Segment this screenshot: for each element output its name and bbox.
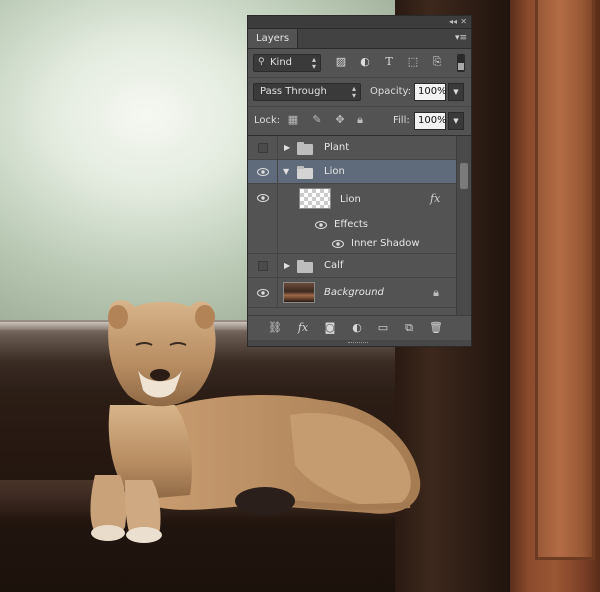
door-panel [535,0,595,560]
layers-panel: ◂◂ ✕ Layers ▾≡ ⚲ Kind ▴ ▾ ▨ ◐ T ⬚ ⎘ Pass … [247,15,472,347]
eye-icon[interactable] [315,221,327,229]
trash-icon[interactable]: 🗑︎ [429,321,443,335]
layer-row-calf[interactable]: ▶ Calf [248,254,458,278]
eye-icon[interactable] [257,194,269,202]
lock-transparent-pixels-icon[interactable]: ▦ [287,114,299,126]
layer-name[interactable]: Plant [324,142,349,153]
lock-label: Lock: [254,115,281,126]
layer-name[interactable]: Background [324,287,384,298]
visibility-off-box[interactable] [258,261,268,271]
visibility-cell[interactable] [248,160,278,183]
layers-scrollbar[interactable] [456,136,471,316]
expand-triangle-icon[interactable]: ▶ [284,261,290,270]
adjustment-filter-icon[interactable]: ◐ [358,55,372,69]
visibility-cell[interactable] [248,254,278,277]
background-thumbnail[interactable] [283,282,315,303]
lock-position-icon[interactable]: ✥ [334,114,346,126]
filter-kind-label: Kind [270,57,293,68]
panel-tab-row: Layers ▾≡ [248,29,471,49]
eye-icon[interactable] [257,168,269,176]
smart-object-filter-icon[interactable]: ⎘ [430,55,444,69]
collapse-triangle-icon[interactable]: ▼ [283,167,289,176]
visibility-cell [248,216,278,234]
lock-icon: 🔒︎ [433,286,439,299]
effects-label[interactable]: Effects [334,219,368,230]
opacity-field[interactable]: 100% [414,83,447,101]
layer-name[interactable]: Calf [324,260,343,271]
new-layer-icon[interactable]: ⧉ [402,321,416,335]
eye-icon[interactable] [257,289,269,297]
visibility-cell [248,234,278,253]
new-group-icon[interactable]: ▭ [376,321,390,335]
lock-row: Lock: ▦ ✎ ✥ 🔒︎ Fill: 100% ▼ [248,107,471,136]
visibility-cell[interactable] [248,136,278,159]
visibility-cell[interactable] [248,278,278,307]
new-adjustment-icon[interactable]: ◐ [350,321,364,335]
layer-thumbnail[interactable] [299,188,331,209]
chevron-updown-icon: ▴ ▾ [311,55,316,71]
eye-icon[interactable] [332,240,344,248]
layers-list: ▶ Plant ▼ Lion Lion fx Effects Inner Sha… [248,136,471,316]
tab-layers[interactable]: Layers [248,29,299,48]
chevron-updown-icon: ▴ ▾ [351,84,356,100]
add-mask-icon[interactable]: ◙ [323,321,337,335]
shape-filter-icon[interactable]: ⬚ [406,55,420,69]
blend-mode-value: Pass Through [260,86,327,97]
fill-field[interactable]: 100% [414,112,447,130]
effects-row[interactable]: Effects [248,216,458,234]
layer-name[interactable]: Lion [324,166,345,177]
blend-row: Pass Through ▴ ▾ Opacity: 100% ▼ [248,78,471,107]
visibility-cell[interactable] [248,184,278,216]
fx-icon[interactable]: fx [430,192,440,205]
panel-title-bar[interactable]: ◂◂ ✕ [248,16,471,29]
blend-mode-select[interactable]: Pass Through ▴ ▾ [253,83,361,101]
panel-footer: ⛓ fx ◙ ◐ ▭ ⧉ 🗑︎ [248,315,471,340]
layer-row-lion-group[interactable]: ▼ Lion [248,160,458,184]
close-icon[interactable]: ✕ [460,16,467,28]
scrollbar-thumb[interactable] [460,163,468,189]
add-style-fx-icon[interactable]: fx [296,321,310,335]
pixel-layer-filter-icon[interactable]: ▨ [334,55,348,69]
lock-all-icon[interactable]: 🔒︎ [354,114,366,126]
lock-image-pixels-icon[interactable]: ✎ [311,114,323,126]
visibility-off-box[interactable] [258,143,268,153]
type-filter-icon[interactable]: T [382,55,396,69]
effect-row-inner-shadow[interactable]: Inner Shadow [248,234,458,254]
opacity-label: Opacity: [370,86,412,97]
opacity-dropdown-button[interactable]: ▼ [448,83,464,101]
layer-name[interactable]: Lion [340,194,361,205]
layer-row-background[interactable]: Background 🔒︎ [248,278,458,308]
effect-name[interactable]: Inner Shadow [351,238,420,249]
link-layers-icon[interactable]: ⛓ [268,321,282,335]
open-folder-icon [297,166,313,179]
fill-dropdown-button[interactable]: ▼ [448,112,464,130]
panel-menu-icon[interactable]: ▾≡ [455,33,467,43]
search-icon: ⚲ [258,57,265,67]
layer-row-plant[interactable]: ▶ Plant [248,136,458,160]
filter-toggle-switch[interactable] [457,54,465,72]
resize-grip[interactable] [248,340,471,346]
folder-icon [297,142,313,155]
expand-triangle-icon[interactable]: ▶ [284,143,290,152]
layer-row-lion[interactable]: Lion fx [248,184,458,216]
folder-icon [297,260,313,273]
filter-kind-select[interactable]: ⚲ Kind ▴ ▾ [253,54,321,72]
collapse-icon[interactable]: ◂◂ [449,16,457,28]
fill-label: Fill: [393,115,410,126]
filter-row: ⚲ Kind ▴ ▾ ▨ ◐ T ⬚ ⎘ [248,49,471,78]
